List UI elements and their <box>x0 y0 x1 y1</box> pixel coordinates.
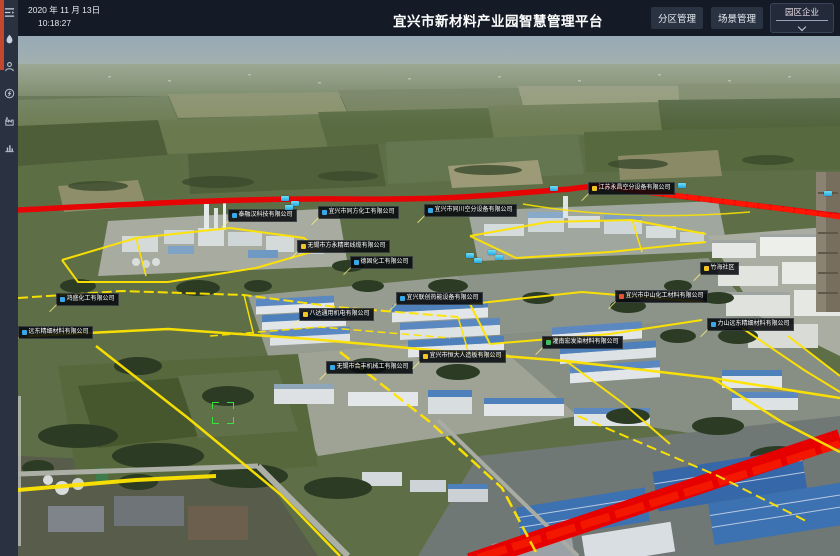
company-marker-icon <box>322 210 327 215</box>
factory-icon[interactable] <box>4 115 15 126</box>
company-marker-icon <box>711 322 716 327</box>
company-label[interactable]: 灌南宏发染材料有限公司 <box>542 336 623 349</box>
truck-icon[interactable] <box>281 196 289 201</box>
company-label[interactable]: 力山远东精细材料有限公司 <box>707 318 794 331</box>
company-label-text: 宜兴市恒大人造板有限公司 <box>430 351 502 362</box>
fire-icon[interactable] <box>4 34 15 45</box>
company-marker-icon <box>400 296 405 301</box>
company-label-text: 竹海社区 <box>711 263 735 274</box>
toolbar-accent-bar <box>0 0 4 70</box>
company-label-text: 八达通用机电有限公司 <box>310 309 370 320</box>
enterprise-dropdown[interactable]: 园区企业 <box>770 3 834 33</box>
company-label[interactable]: 无锡市方永精密线缆有限公司 <box>297 240 390 253</box>
collapse-menu-icon[interactable] <box>4 7 15 18</box>
company-marker-icon <box>428 208 433 213</box>
statistics-icon[interactable] <box>4 142 15 153</box>
company-label-text: 江苏永昌空分设备有限公司 <box>599 183 671 194</box>
company-marker-icon <box>354 260 359 265</box>
company-marker-icon <box>423 354 428 359</box>
company-label-text: 无锡市合丰机械工有限公司 <box>337 362 409 373</box>
truck-icon[interactable] <box>824 191 832 196</box>
datetime-display: 2020 年 11 月 13日 10:18:27 <box>28 5 100 28</box>
map-overlay: 泰融汉科技有限公司 宜兴市同方化工有限公司 宜兴市同川空分设备有限公司 江苏永昌空分设… <box>0 0 840 556</box>
company-label-text: 宜兴市同方化工有限公司 <box>329 207 395 218</box>
time-text: 10:18:27 <box>38 18 100 28</box>
date-text: 2020 年 11 月 13日 <box>28 5 100 15</box>
company-label[interactable]: 八达通用机电有限公司 <box>299 308 374 321</box>
company-label-text: 远东精细材料有限公司 <box>29 327 89 338</box>
company-marker-icon <box>232 213 237 218</box>
user-icon[interactable] <box>4 61 15 72</box>
page-title: 宜兴市新材料产业园智慧管理平台 <box>393 10 603 30</box>
app-root: 泰融汉科技有限公司 宜兴市同方化工有限公司 宜兴市同川空分设备有限公司 江苏永昌空分设… <box>0 0 840 556</box>
company-label-text: 泰融汉科技有限公司 <box>239 210 293 221</box>
company-marker-icon <box>303 312 308 317</box>
truck-icon[interactable] <box>474 258 482 263</box>
company-label-text: 灌南宏发染材料有限公司 <box>553 337 619 348</box>
truck-icon[interactable] <box>285 205 293 210</box>
company-marker-icon <box>22 330 27 335</box>
company-label[interactable]: 泰融汉科技有限公司 <box>228 209 297 222</box>
dropdown-divider <box>776 20 828 21</box>
company-label-text: 德固化工有限公司 <box>361 257 409 268</box>
company-label[interactable]: 宜兴市恒大人造板有限公司 <box>419 350 506 363</box>
enterprise-dropdown-label: 园区企业 <box>771 4 833 18</box>
chevron-down-icon <box>798 23 806 31</box>
company-marker-icon <box>330 365 335 370</box>
company-marker-icon <box>592 186 597 191</box>
company-label[interactable]: 宜兴市中山化工材料有限公司 <box>615 290 708 303</box>
left-toolbar <box>0 0 18 556</box>
top-header: 2020 年 11 月 13日 10:18:27 宜兴市新材料产业园智慧管理平台… <box>18 0 840 36</box>
selection-reticle <box>212 402 234 424</box>
company-marker-icon <box>619 294 624 299</box>
company-label[interactable]: 江苏永昌空分设备有限公司 <box>588 182 675 195</box>
company-label[interactable]: 宜兴市同方化工有限公司 <box>318 206 399 219</box>
company-label[interactable]: 宜兴联创热能设备有限公司 <box>396 292 483 305</box>
company-marker-icon <box>301 244 306 249</box>
company-label-text: 宜兴联创热能设备有限公司 <box>407 293 479 304</box>
company-marker-icon <box>546 340 551 345</box>
company-label[interactable]: 远东精细材料有限公司 <box>18 326 93 339</box>
company-label-text: 宜兴市同川空分设备有限公司 <box>435 205 513 216</box>
scene-management-button[interactable]: 场景管理 <box>711 7 763 29</box>
company-label[interactable]: 鸿盛化工有限公司 <box>56 293 119 306</box>
company-marker-icon <box>60 297 65 302</box>
company-label-text: 鸿盛化工有限公司 <box>67 294 115 305</box>
truck-icon[interactable] <box>495 255 503 260</box>
company-label-text: 力山远东精细材料有限公司 <box>718 319 790 330</box>
energy-icon[interactable] <box>4 88 15 99</box>
truck-icon[interactable] <box>550 186 558 191</box>
company-label-text: 无锡市方永精密线缆有限公司 <box>308 241 386 252</box>
truck-icon[interactable] <box>466 253 474 258</box>
company-label-text: 宜兴市中山化工材料有限公司 <box>626 291 704 302</box>
truck-icon[interactable] <box>678 183 686 188</box>
zone-management-button[interactable]: 分区管理 <box>651 7 703 29</box>
company-label[interactable]: 无锡市合丰机械工有限公司 <box>326 361 413 374</box>
company-label[interactable]: 德固化工有限公司 <box>350 256 413 269</box>
company-label[interactable]: 竹海社区 <box>700 262 739 275</box>
company-label[interactable]: 宜兴市同川空分设备有限公司 <box>424 204 517 217</box>
company-marker-icon <box>704 266 709 271</box>
